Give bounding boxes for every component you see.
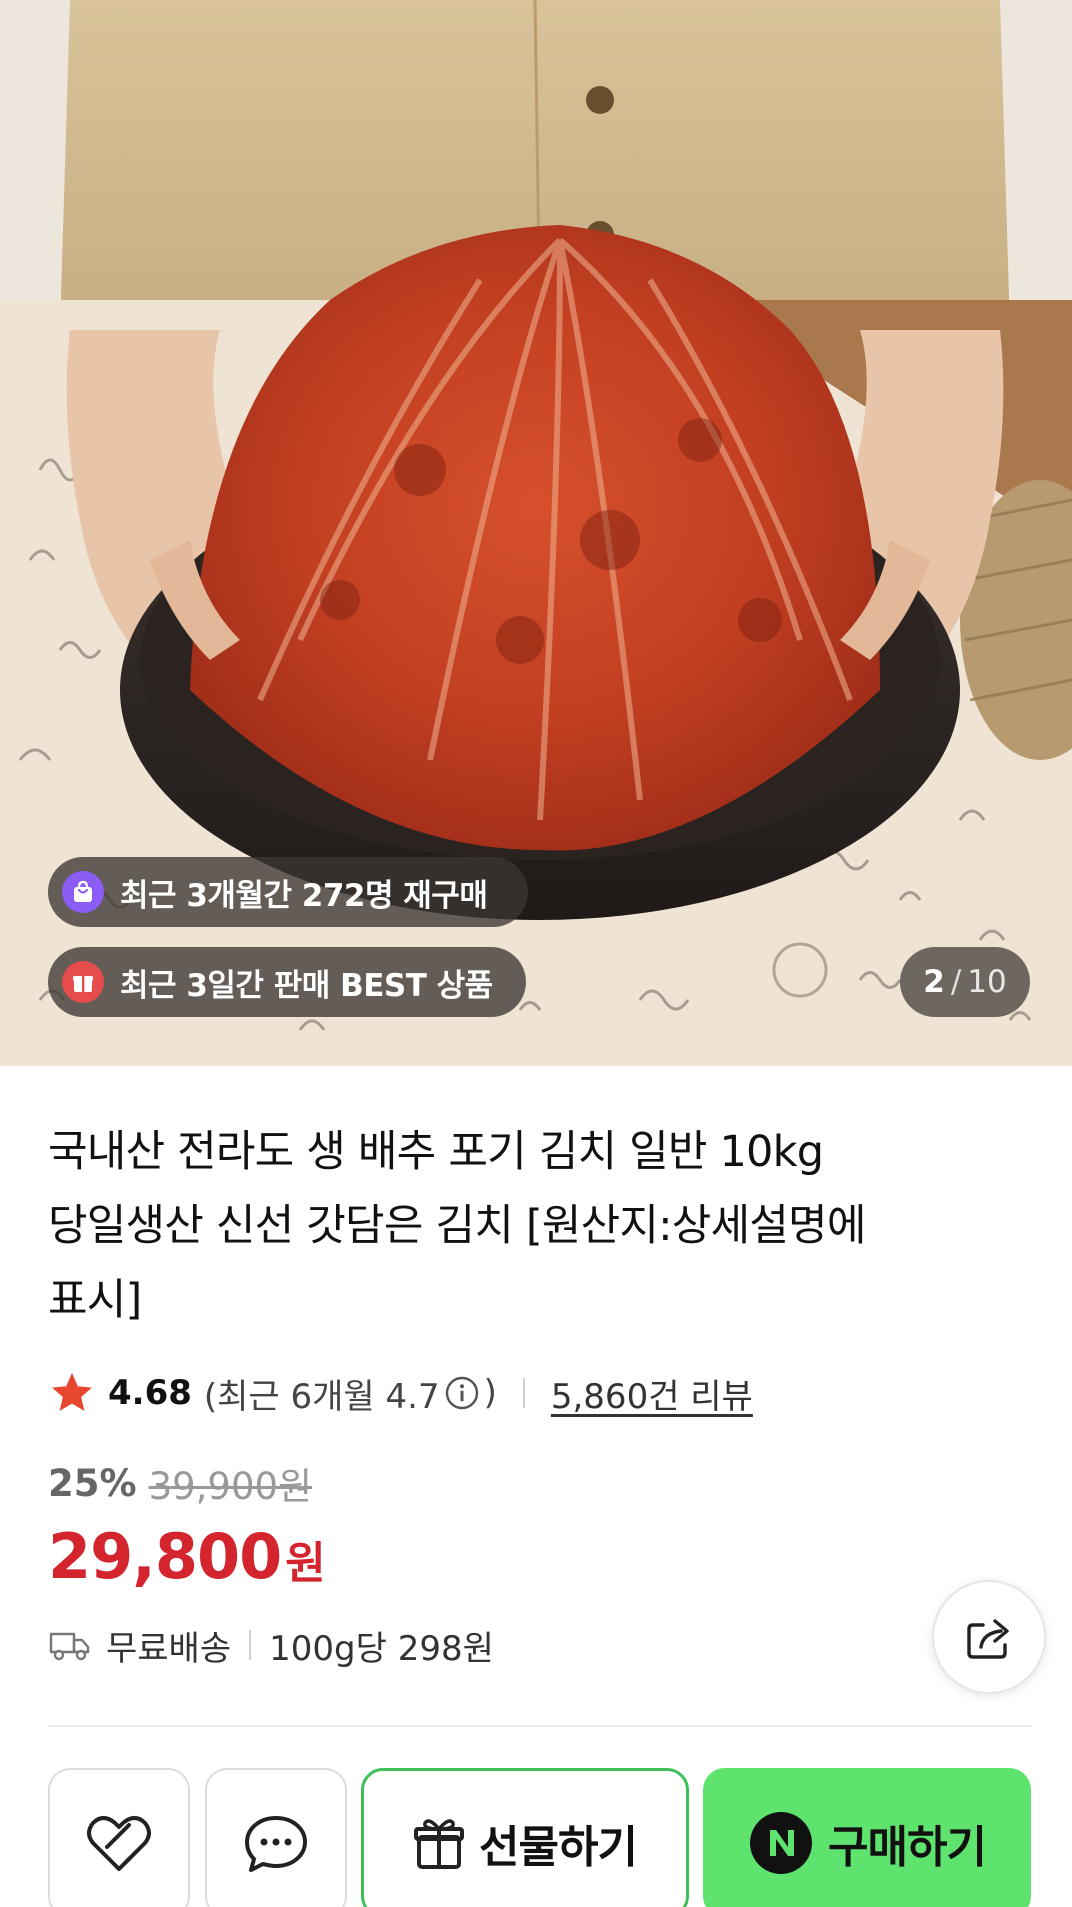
- divider: [522, 1378, 525, 1408]
- sale-price-amount: 29,800: [48, 1520, 282, 1593]
- unit-price: 100g당 298원: [269, 1628, 494, 1669]
- product-title-line: 당일생산 신선 갓담은 김치 [원산지:상세설명에: [48, 1201, 866, 1251]
- recent-rating-text: (최근 6개월 4.7: [203, 1376, 440, 1417]
- shipping-row: 무료배송 100g당 298원: [48, 1620, 494, 1670]
- best-seller-badge: 최근 3일간 판매 BEST 상품: [48, 947, 526, 1017]
- product-title-line: 국내산 전라도 생 배추 포기 김치 일반 10kg: [48, 1127, 824, 1177]
- divider: [249, 1630, 252, 1660]
- image-page-counter: 2 / 10: [900, 947, 1030, 1017]
- image-current-index: 2: [923, 964, 945, 1000]
- gift-button[interactable]: 선물하기: [361, 1768, 689, 1907]
- star-icon: [52, 1373, 92, 1411]
- discount-rate: 25%: [48, 1461, 137, 1505]
- repurchase-badge-text: 최근 3개월간 272명 재구매: [120, 877, 488, 914]
- review-count-link[interactable]: 5,860건 리뷰: [551, 1369, 753, 1418]
- share-button[interactable]: [932, 1580, 1046, 1694]
- repurchase-badge: 최근 3개월간 272명 재구매: [48, 857, 528, 927]
- gift-icon: [414, 1819, 465, 1869]
- rating-score: 4.68: [108, 1373, 192, 1413]
- product-image-carousel[interactable]: 최근 3개월간 272명 재구매 최근 3일간 판매 BEST 상품 2 / 1…: [0, 0, 1072, 1066]
- buy-button-label: 구매하기: [828, 1822, 987, 1873]
- product-title: 국내산 전라도 생 배추 포기 김치 일반 10kg 당일생산 신선 갓담은 김…: [48, 1115, 1008, 1337]
- chat-button[interactable]: [205, 1768, 347, 1907]
- gift-button-label: 선물하기: [479, 1822, 638, 1873]
- bottom-action-bar: 선물하기 구매하기: [0, 1740, 1072, 1907]
- recent-rating-close: ): [483, 1373, 497, 1413]
- chat-bubble-icon: [245, 1816, 307, 1872]
- share-icon: [967, 1619, 1009, 1659]
- buy-button[interactable]: 구매하기: [703, 1768, 1031, 1907]
- section-divider: [48, 1725, 1032, 1727]
- info-icon[interactable]: [444, 1375, 480, 1411]
- sale-price-currency: 원: [285, 1538, 326, 1589]
- product-title-line: 표시]: [48, 1275, 142, 1325]
- original-price: 39,900원: [148, 1465, 313, 1508]
- shipping-label: 무료배송: [106, 1628, 232, 1669]
- image-counter-separator: /: [950, 964, 962, 1000]
- best-seller-badge-text: 최근 3일간 판매 BEST 상품: [120, 967, 493, 1004]
- shopping-bag-icon: [62, 871, 104, 913]
- sale-price: 29,800 원: [48, 1520, 326, 1593]
- wishlist-button[interactable]: [48, 1768, 190, 1907]
- rating-row: 4.68 (최근 6개월 4.7 ) 5,860건 리뷰: [48, 1365, 753, 1421]
- truck-icon: [49, 1632, 90, 1661]
- image-total-count: 10: [967, 964, 1007, 1000]
- recent-rating: (최근 6개월 4.7 ): [204, 1369, 497, 1418]
- gift-box-icon: [62, 961, 104, 1003]
- original-price-row: 25% 39,900원: [48, 1455, 312, 1511]
- naver-pay-icon: [750, 1812, 813, 1874]
- heart-icon: [87, 1816, 151, 1871]
